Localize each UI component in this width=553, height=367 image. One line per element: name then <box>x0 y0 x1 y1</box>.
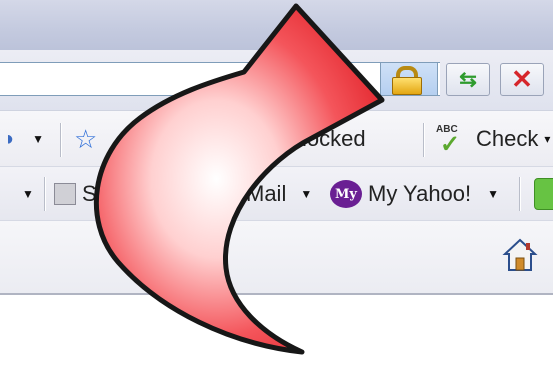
green-toolbar-button[interactable] <box>534 167 553 221</box>
mail-icon <box>208 184 238 204</box>
spellcheck-button[interactable]: ABC ✓ Check ▾ <box>436 111 550 167</box>
toolbar-separator <box>60 123 62 157</box>
go-refresh-icon: ⇆ <box>459 68 477 91</box>
mail-button[interactable]: Mail ▼ <box>208 167 312 221</box>
check-label: Check <box>476 126 539 151</box>
partial-icon: ◗ <box>4 127 17 150</box>
chevron-down-icon: ▼ <box>22 187 34 201</box>
refresh-button[interactable]: ⇆ <box>446 63 490 96</box>
toolbar-separator <box>519 177 521 211</box>
popup-blocker-icon <box>262 126 294 152</box>
chevron-down-icon: ▼ <box>32 132 44 146</box>
browser-screenshot: ⇆ ✕ ◗ ▼ ☆ locked ABC ✓ Check ▾ ▼ S Mail … <box>0 0 553 367</box>
page-icon <box>54 183 76 205</box>
stop-button[interactable]: ✕ <box>500 63 544 96</box>
command-toolbar: ◗ ▼ ☆ locked ABC ✓ Check ▾ <box>0 110 553 167</box>
popup-blocker-label: locked <box>302 126 366 151</box>
home-icon[interactable] <box>502 237 538 273</box>
address-field[interactable] <box>0 62 440 96</box>
chevron-down-icon: ▼ <box>487 187 500 201</box>
links-dropdown[interactable]: ▼ <box>22 167 34 221</box>
favorites-star-icon: ☆ <box>74 123 98 154</box>
tab-toolbar <box>0 220 553 295</box>
toolbar-separator <box>44 177 46 211</box>
window-title-bar <box>0 0 553 51</box>
myyahoo-label: My Yahoo! <box>368 181 472 206</box>
mail-label: Mail <box>246 181 287 206</box>
toolbar-separator <box>423 123 425 157</box>
green-app-icon <box>534 178 553 210</box>
chevron-down-icon: ▾ <box>544 132 551 146</box>
myyahoo-button[interactable]: My My Yahoo! ▼ <box>330 167 499 221</box>
check-mark: ✓ <box>440 131 461 158</box>
back-dropdown[interactable]: ◗ ▼ <box>4 111 44 167</box>
popup-blocker-button[interactable]: locked <box>262 111 366 167</box>
favorites-button[interactable]: ☆ <box>74 111 97 167</box>
myyahoo-icon: My <box>330 180 362 208</box>
stop-icon: ✕ <box>511 64 533 94</box>
chevron-down-icon: ▼ <box>300 187 313 201</box>
address-bar-row: ⇆ ✕ <box>0 50 553 110</box>
link-label: S <box>82 181 97 206</box>
link-item-s[interactable]: S <box>54 167 97 221</box>
links-toolbar: ▼ S Mail ▼ My My Yahoo! ▼ <box>0 166 553 221</box>
lock-body <box>392 77 422 95</box>
security-lock-button[interactable] <box>380 62 438 96</box>
spellcheck-icon: ABC ✓ <box>436 124 472 158</box>
